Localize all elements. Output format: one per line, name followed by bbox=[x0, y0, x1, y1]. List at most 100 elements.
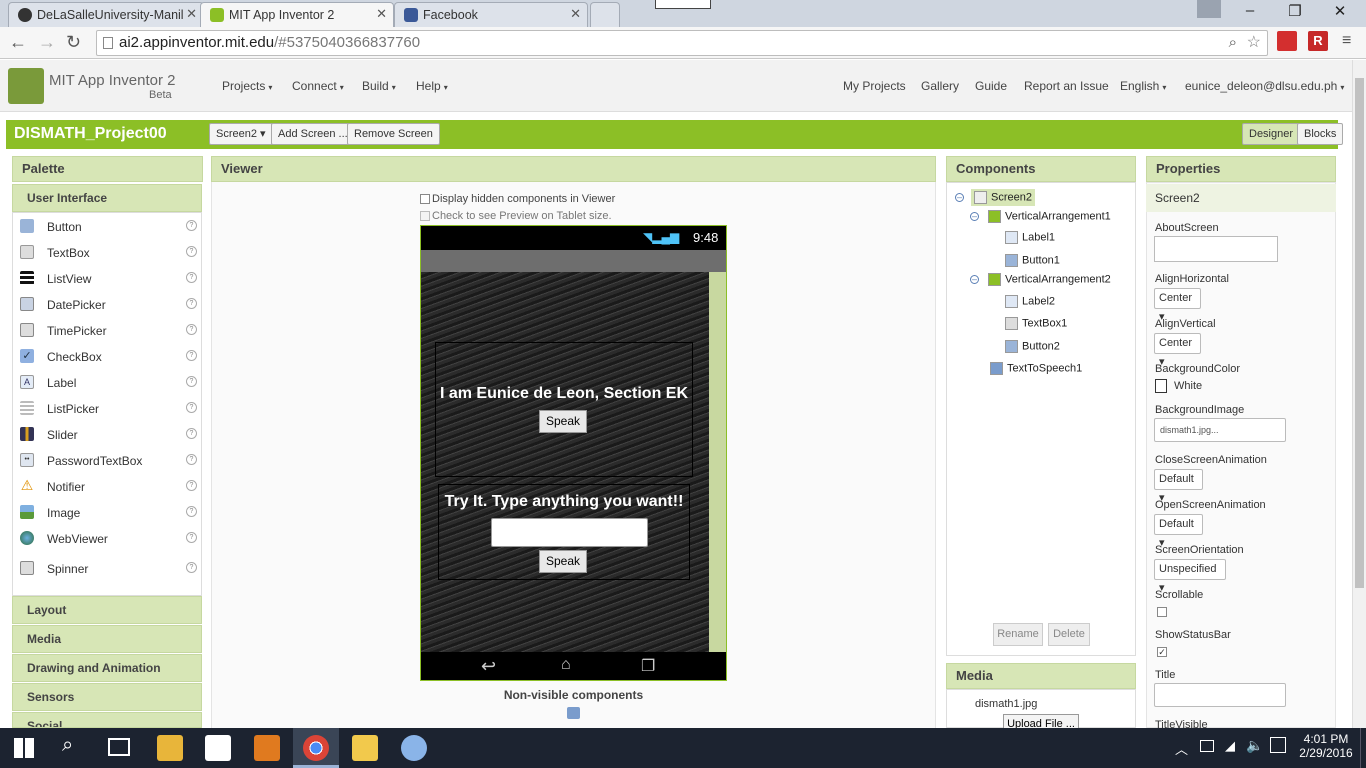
palette-item-timepicker[interactable]: TimePicker? bbox=[12, 317, 202, 343]
textbox1[interactable] bbox=[491, 518, 648, 547]
rename-button[interactable]: Rename bbox=[993, 623, 1043, 646]
palette-item-passwordtextbox[interactable]: •• PasswordTextBox? bbox=[12, 447, 202, 473]
scrollbar-thumb[interactable] bbox=[1355, 78, 1364, 588]
tree-label2[interactable]: Label2 bbox=[1005, 295, 1055, 308]
palette-category-social[interactable]: Social bbox=[12, 712, 202, 728]
tab-app-inventor[interactable]: MIT App Inventor 2 ✕ bbox=[200, 2, 394, 27]
task-view-icon[interactable] bbox=[108, 738, 130, 756]
link-report-issue[interactable]: Report an Issue bbox=[1024, 79, 1109, 93]
bookmark-star-icon[interactable]: ☆ bbox=[1247, 31, 1261, 55]
extension-r-icon[interactable]: R bbox=[1308, 31, 1328, 51]
help-icon[interactable]: ? bbox=[186, 480, 197, 491]
tree-vertical-arrangement-2[interactable]: VerticalArrangement2 bbox=[988, 273, 1111, 286]
help-icon[interactable]: ? bbox=[186, 298, 197, 309]
extension-icon[interactable] bbox=[1277, 31, 1297, 51]
menu-icon[interactable]: ≡ bbox=[1342, 32, 1351, 50]
color-swatch[interactable] bbox=[1155, 379, 1167, 393]
tablet-preview-checkbox[interactable]: Check to see Preview on Tablet size. bbox=[420, 210, 612, 222]
tree-screen2[interactable]: Screen2 bbox=[971, 189, 1035, 206]
show-desktop-button[interactable] bbox=[1360, 728, 1366, 768]
network-icon[interactable]: ◢ bbox=[1225, 738, 1235, 754]
media-player-icon[interactable] bbox=[254, 735, 280, 761]
tree-textbox1[interactable]: TextBox1 bbox=[1005, 317, 1067, 330]
palette-category-drawing[interactable]: Drawing and Animation bbox=[12, 654, 202, 682]
about-screen-textarea[interactable] bbox=[1154, 236, 1278, 262]
help-icon[interactable]: ? bbox=[186, 272, 197, 283]
file-explorer-icon[interactable] bbox=[157, 735, 183, 761]
open-animation-dropdown[interactable]: Default ▾ bbox=[1154, 514, 1203, 549]
keyboard-icon[interactable] bbox=[1270, 737, 1286, 753]
help-icon[interactable]: ? bbox=[186, 376, 197, 387]
background-color-value[interactable]: White bbox=[1174, 380, 1202, 392]
help-icon[interactable]: ? bbox=[186, 246, 197, 257]
speak-button-1[interactable]: Speak bbox=[539, 410, 587, 433]
restore-icon[interactable]: ❐ bbox=[1280, 2, 1310, 20]
minimize-icon[interactable]: – bbox=[1235, 2, 1265, 19]
forward-icon[interactable]: → bbox=[38, 32, 56, 53]
close-icon[interactable]: ✕ bbox=[186, 6, 197, 22]
clock[interactable]: 4:01 PM 2/29/2016 bbox=[1296, 732, 1356, 760]
tree-label1[interactable]: Label1 bbox=[1005, 231, 1055, 244]
menu-build[interactable]: Build ▾ bbox=[362, 79, 396, 93]
volume-icon[interactable]: 🔈 bbox=[1246, 737, 1263, 754]
palette-item-image[interactable]: Image? bbox=[12, 499, 202, 525]
help-icon[interactable]: ? bbox=[186, 532, 197, 543]
close-window-icon[interactable]: ✕ bbox=[1325, 2, 1355, 20]
palette-item-slider[interactable]: Slider? bbox=[12, 421, 202, 447]
zoom-icon[interactable]: ⌕ bbox=[1229, 31, 1237, 55]
windows-start-icon[interactable] bbox=[14, 738, 34, 758]
tree-button1[interactable]: Button1 bbox=[1005, 254, 1060, 267]
add-screen-button[interactable]: Add Screen ... bbox=[271, 123, 355, 145]
background-image-field[interactable]: dismath1.jpg... bbox=[1154, 418, 1286, 442]
page-scrollbar[interactable] bbox=[1352, 60, 1366, 728]
palette-item-checkbox[interactable]: ✓ CheckBox? bbox=[12, 343, 202, 369]
title-field[interactable] bbox=[1154, 683, 1286, 707]
designer-button[interactable]: Designer bbox=[1242, 123, 1301, 145]
palette-category-layout[interactable]: Layout bbox=[12, 596, 202, 624]
menu-account[interactable]: eunice_deleon@dlsu.edu.ph ▾ bbox=[1185, 79, 1344, 93]
close-icon[interactable]: ✕ bbox=[570, 6, 581, 22]
tab-github[interactable]: DeLaSalleUniversity-Manil ✕ bbox=[8, 2, 204, 27]
link-gallery[interactable]: Gallery bbox=[921, 79, 959, 93]
tree-vertical-arrangement-1[interactable]: VerticalArrangement1 bbox=[988, 210, 1111, 223]
menu-projects[interactable]: Projects ▾ bbox=[222, 79, 272, 93]
palette-category-media[interactable]: Media bbox=[12, 625, 202, 653]
tree-button2[interactable]: Button2 bbox=[1005, 340, 1060, 353]
menu-help[interactable]: Help ▾ bbox=[416, 79, 448, 93]
new-tab-button[interactable] bbox=[590, 2, 620, 27]
vertical-arrangement-1[interactable]: I am Eunice de Leon, Section EK Speak bbox=[435, 342, 693, 477]
screen-dropdown[interactable]: Screen2 ▾ bbox=[209, 123, 273, 145]
align-horizontal-dropdown[interactable]: Center ▾ bbox=[1154, 288, 1201, 323]
palette-item-listview[interactable]: ListView? bbox=[12, 265, 202, 291]
remove-screen-button[interactable]: Remove Screen bbox=[347, 123, 440, 145]
close-icon[interactable]: ✕ bbox=[376, 6, 387, 22]
link-my-projects[interactable]: My Projects bbox=[843, 79, 906, 93]
close-animation-dropdown[interactable]: Default ▾ bbox=[1154, 469, 1203, 504]
help-icon[interactable]: ? bbox=[186, 220, 197, 231]
battery-icon[interactable] bbox=[1200, 740, 1214, 752]
palette-item-webviewer[interactable]: WebViewer? bbox=[12, 525, 202, 551]
palette-category-sensors[interactable]: Sensors bbox=[12, 683, 202, 711]
profile-icon[interactable] bbox=[1197, 0, 1221, 18]
speak-button-2[interactable]: Speak bbox=[539, 550, 587, 573]
help-icon[interactable]: ? bbox=[186, 402, 197, 413]
help-icon[interactable]: ? bbox=[186, 350, 197, 361]
menu-connect[interactable]: Connect ▾ bbox=[292, 79, 344, 93]
link-guide[interactable]: Guide bbox=[975, 79, 1007, 93]
store-icon[interactable] bbox=[205, 735, 231, 761]
sticky-notes-icon[interactable] bbox=[352, 735, 378, 761]
help-icon[interactable]: ? bbox=[186, 506, 197, 517]
palette-item-spinner[interactable]: Spinner? bbox=[12, 555, 202, 581]
palette-item-button[interactable]: Button? bbox=[12, 213, 202, 239]
collapse-icon[interactable]: – bbox=[970, 212, 979, 221]
palette-category-user-interface[interactable]: User Interface bbox=[12, 184, 202, 212]
palette-item-notifier[interactable]: ⚠ Notifier? bbox=[12, 473, 202, 499]
help-icon[interactable]: ? bbox=[186, 428, 197, 439]
media-file[interactable]: dismath1.jpg bbox=[975, 698, 1037, 710]
reload-icon[interactable]: ↻ bbox=[66, 32, 81, 53]
tray-chevron-icon[interactable]: ︿ bbox=[1175, 739, 1188, 758]
palette-item-label[interactable]: A Label? bbox=[12, 369, 202, 395]
palette-item-listpicker[interactable]: ListPicker? bbox=[12, 395, 202, 421]
orientation-dropdown[interactable]: Unspecified ▾ bbox=[1154, 559, 1226, 594]
collapse-icon[interactable]: – bbox=[970, 275, 979, 284]
